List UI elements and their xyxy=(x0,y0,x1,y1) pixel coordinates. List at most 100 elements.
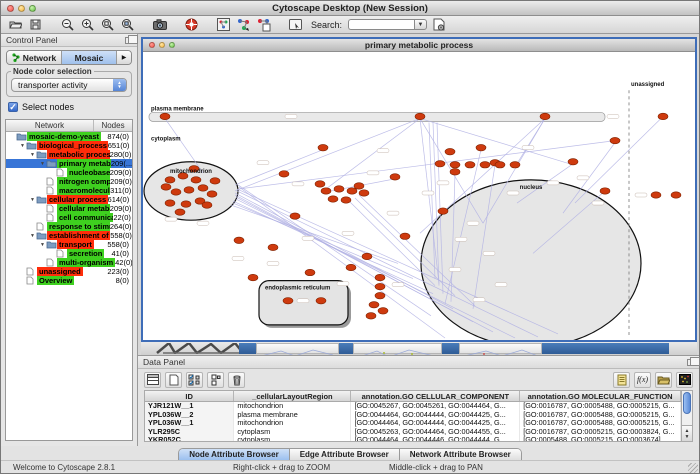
background-window-edge[interactable] xyxy=(339,343,353,354)
background-windows-strip[interactable] xyxy=(141,342,697,355)
tab-overflow-icon[interactable]: ▶ xyxy=(117,51,131,64)
close-button[interactable] xyxy=(7,5,14,12)
graph-node[interactable] xyxy=(160,113,170,119)
tree-item-overview[interactable]: Overview8(0) xyxy=(6,276,132,285)
graph-node[interactable] xyxy=(671,192,681,198)
tree-item-metabolic-process[interactable]: ▼metabolic process280(0) xyxy=(6,150,132,159)
import-attributes-icon[interactable] xyxy=(655,372,672,388)
network-view-titlebar[interactable]: primary metabolic process xyxy=(143,39,695,52)
graph-node[interactable] xyxy=(165,200,175,206)
graph-node[interactable] xyxy=(480,162,490,168)
expand-triangle-icon[interactable]: ▼ xyxy=(29,197,36,203)
delete-attribute-icon[interactable] xyxy=(228,372,245,388)
graph-node[interactable] xyxy=(445,148,455,154)
graph-node[interactable] xyxy=(318,144,328,150)
graph-node[interactable] xyxy=(658,113,668,119)
tree-item-nucleobase-[interactable]: nucleobase-209(0) xyxy=(6,168,132,177)
function-builder-icon[interactable]: f(x) xyxy=(634,372,651,388)
graph-node[interactable] xyxy=(375,274,385,280)
tree-item-secretion[interactable]: secretion41(0) xyxy=(6,249,132,258)
minimize-button[interactable] xyxy=(18,5,25,12)
network-canvas[interactable]: plasma membranecytoplasmmitochondrionnuc… xyxy=(143,52,695,340)
tree-item-cellular-process[interactable]: ▼cellular process614(0) xyxy=(6,195,132,204)
table-scrollbar[interactable]: ▲▼ xyxy=(681,391,692,441)
graph-node[interactable] xyxy=(171,189,181,195)
graph-node[interactable] xyxy=(369,302,379,308)
new-attribute-icon[interactable] xyxy=(165,372,182,388)
zoom-in-icon[interactable] xyxy=(79,17,96,32)
graph-node[interactable] xyxy=(290,213,300,219)
tab-node-attribute-browser[interactable]: Node Attribute Browser xyxy=(179,449,290,460)
graph-node[interactable] xyxy=(362,253,372,259)
graph-node[interactable] xyxy=(207,191,217,197)
graph-node[interactable] xyxy=(210,178,220,184)
tree-item-nitrogen-compo[interactable]: nitrogen compo209(0) xyxy=(6,177,132,186)
view-minimize-button[interactable] xyxy=(159,42,165,48)
graph-node[interactable] xyxy=(568,159,578,165)
background-window-canvas[interactable] xyxy=(353,343,442,354)
graph-node[interactable] xyxy=(202,202,212,208)
graph-node[interactable] xyxy=(378,308,388,314)
graph-node[interactable] xyxy=(161,184,171,190)
tab-mosaic[interactable]: Mosaic xyxy=(62,51,117,64)
graph-node[interactable] xyxy=(375,292,385,298)
save-session-icon[interactable] xyxy=(27,17,44,32)
table-row[interactable]: YKR052Ccytoplasm[GO:0044464, GO:0044446,… xyxy=(145,436,681,441)
graph-node[interactable] xyxy=(191,177,201,183)
graph-node[interactable] xyxy=(198,185,208,191)
graph-node[interactable] xyxy=(279,171,289,177)
expand-triangle-icon[interactable]: ▼ xyxy=(29,152,36,158)
graph-node[interactable] xyxy=(248,274,258,280)
graph-node[interactable] xyxy=(610,137,620,143)
network-overview-icon[interactable] xyxy=(215,17,232,32)
matrix-icon[interactable] xyxy=(676,372,693,388)
graph-node[interactable] xyxy=(400,233,410,239)
float-data-panel-icon[interactable] xyxy=(687,359,695,366)
graph-node[interactable] xyxy=(450,162,460,168)
tree-item-primary-metabol[interactable]: ▼primary metabol209(... xyxy=(6,159,132,168)
view-zoom-button[interactable] xyxy=(169,42,175,48)
tree-item-establishment-of-lo[interactable]: ▼establishment of lo558(0) xyxy=(6,231,132,240)
graph-node[interactable] xyxy=(540,113,550,119)
search-dropdown-icon[interactable]: ▼ xyxy=(414,19,427,30)
graph-node[interactable] xyxy=(415,113,425,119)
graph-node[interactable] xyxy=(341,197,351,203)
expand-triangle-icon[interactable]: ▼ xyxy=(39,242,46,248)
graph-node[interactable] xyxy=(181,201,191,207)
tree-item-mosaic-demo-yeast[interactable]: mosaic-demo-yeast874(0) xyxy=(6,132,132,141)
graph-node[interactable] xyxy=(346,264,356,270)
table-row[interactable]: YJR121W__1mitochondrion[GO:0045267, GO:0… xyxy=(145,402,681,411)
background-window-canvas[interactable] xyxy=(256,343,339,354)
table-row[interactable]: YPL036W__2plasma membrane[GO:0044464, GO… xyxy=(145,411,681,420)
graph-node[interactable] xyxy=(165,177,175,183)
graph-node[interactable] xyxy=(476,144,486,150)
graph-node[interactable] xyxy=(316,298,326,304)
apply-vizmap-icon[interactable] xyxy=(255,17,272,32)
column-header-id[interactable]: ID xyxy=(145,391,234,401)
background-window-edge[interactable] xyxy=(239,343,256,354)
background-window-canvas[interactable] xyxy=(459,343,542,354)
zoom-window-button[interactable] xyxy=(29,5,36,12)
graph-node[interactable] xyxy=(175,209,185,215)
zoom-fit-icon[interactable] xyxy=(99,17,116,32)
tree-item-transport[interactable]: ▼transport558(0) xyxy=(6,240,132,249)
graph-node[interactable] xyxy=(305,269,315,275)
open-file-icon[interactable] xyxy=(7,17,24,32)
search-config-icon[interactable] xyxy=(430,17,447,32)
graph-node[interactable] xyxy=(359,190,369,196)
select-nodes-checkbox[interactable]: ✓ xyxy=(8,102,18,112)
column-header-molecular-function[interactable]: annotation.GO MOLECULAR_FUNCTION xyxy=(520,391,681,401)
attribute-select-table-icon[interactable] xyxy=(144,372,161,388)
tab-edge-attribute-browser[interactable]: Edge Attribute Browser xyxy=(290,449,400,460)
notes-icon[interactable] xyxy=(613,372,630,388)
graph-node[interactable] xyxy=(347,188,357,194)
table-row[interactable]: YPL036W__1mitochondrion[GO:0044464, GO:0… xyxy=(145,419,681,428)
tree-column-network[interactable]: Network xyxy=(6,120,94,131)
snapshot-icon[interactable] xyxy=(151,17,168,32)
graph-node[interactable] xyxy=(334,186,344,192)
graph-node[interactable] xyxy=(321,188,331,194)
expand-triangle-icon[interactable]: ▼ xyxy=(29,233,36,239)
tree-item-cellular-metabo[interactable]: cellular metabo209(0) xyxy=(6,204,132,213)
table-row[interactable]: YLR295Ccytoplasm[GO:0045263, GO:0044464,… xyxy=(145,428,681,437)
search-input[interactable] xyxy=(348,19,414,30)
